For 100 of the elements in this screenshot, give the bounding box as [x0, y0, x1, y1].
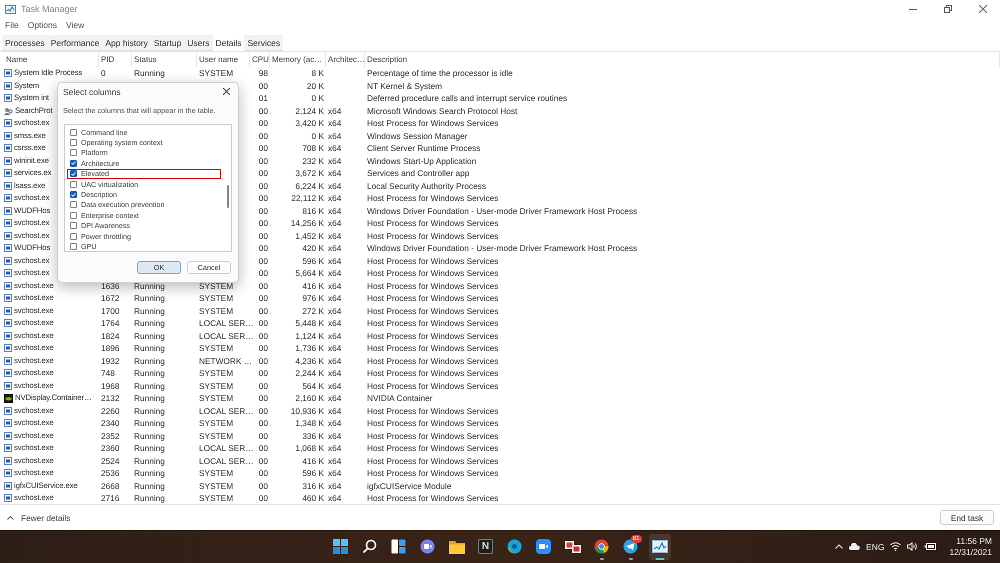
description-cell-text: Windows Start-Up Application: [366, 154, 478, 167]
menu-item[interactable]: Options: [28, 20, 57, 30]
column-header[interactable]: User name: [197, 52, 250, 67]
checkbox[interactable]: [70, 212, 77, 219]
taskbar-app[interactable]: [648, 534, 670, 560]
close-button[interactable]: [221, 86, 232, 97]
checkbox[interactable]: [70, 149, 77, 156]
column-header[interactable]: Description: [365, 52, 1000, 67]
cpu-cell-text: 00: [258, 204, 269, 217]
pid-cell-text: 748: [100, 367, 116, 380]
status-cell-text: Running: [133, 380, 166, 392]
caret-icon[interactable]: [835, 544, 844, 549]
description-cell-text: Host Process for Windows Services: [366, 492, 500, 504]
memory-cell-text: 272 K: [301, 304, 325, 317]
cpu-cell-text: 00: [258, 480, 269, 492]
checkbox[interactable]: [70, 222, 77, 230]
column-header[interactable]: Name: [4, 52, 99, 67]
architecture-cell-text: x64: [327, 117, 342, 130]
checkbox[interactable]: [70, 180, 77, 188]
architecture-cell-text: x64: [327, 254, 342, 267]
cpu-cell-text: 00: [258, 230, 269, 242]
battery-icon[interactable]: [924, 542, 938, 551]
cpu-cell-text: 01: [258, 92, 269, 104]
user-cell-text: SYSTEM: [198, 342, 234, 354]
checkbox[interactable]: [70, 242, 77, 250]
memory-cell-text: 708 K: [301, 142, 325, 154]
language-indicator[interactable]: ENG: [866, 542, 884, 552]
speaker-icon[interactable]: [907, 542, 918, 551]
cpu-cell-text: 00: [258, 442, 269, 454]
architecture-cell-text: x64: [327, 230, 342, 242]
checkbox[interactable]: [70, 170, 77, 178]
tab[interactable]: Services: [244, 35, 284, 51]
column-header[interactable]: Architec…: [326, 52, 365, 67]
user-cell-text: SYSTEM: [198, 380, 234, 392]
user-cell-text: LOCAL SER…: [198, 330, 250, 342]
status-cell-text: Running: [133, 292, 166, 304]
tab[interactable]: App history: [102, 35, 151, 51]
tab[interactable]: Processes: [2, 35, 48, 51]
cpu-cell-text: 00: [258, 417, 269, 430]
checkbox[interactable]: [70, 232, 77, 240]
description-cell-text: Host Process for Windows Services: [366, 354, 500, 367]
pid-cell-text: 1896: [100, 342, 120, 354]
paper-plane-icon: [623, 539, 638, 554]
status-cell-text: Running: [133, 480, 166, 492]
user-cell-text: SYSTEM: [198, 492, 234, 504]
checkbox[interactable]: [70, 191, 77, 198]
checkbox[interactable]: [70, 201, 77, 208]
architecture-cell-text: x64: [327, 217, 342, 230]
description-cell-text: Host Process for Windows Services: [366, 367, 500, 380]
status-cell-text: Running: [133, 430, 166, 442]
checkbox[interactable]: [70, 128, 77, 136]
cpu-cell-text: 00: [258, 242, 269, 254]
menu-item[interactable]: View: [66, 20, 84, 30]
clock-time[interactable]: 11:56 PM: [956, 536, 992, 546]
cpu-cell-text: 00: [258, 367, 269, 380]
column-header[interactable]: CPU: [250, 52, 270, 67]
widgets-icon: [391, 539, 406, 554]
column-header[interactable]: Memory (ac…: [270, 52, 326, 67]
memory-cell-text: 6,224 K: [294, 180, 325, 192]
tab[interactable]: Startup: [150, 35, 184, 51]
wifi-icon[interactable]: [890, 542, 902, 551]
pid-cell-text: 2132: [100, 392, 120, 404]
column-header[interactable]: Status: [132, 52, 197, 67]
scrollbar-thumb[interactable]: [227, 185, 229, 208]
cpu-cell-text: 98: [258, 67, 269, 80]
memory-cell-text: 1,068 K: [294, 442, 325, 454]
taskbar-app[interactable]: N: [474, 534, 496, 560]
cloud-icon[interactable]: [849, 543, 860, 550]
cpu-cell-text: 00: [258, 317, 269, 330]
pid-cell-text: 1700: [100, 304, 120, 317]
swirl-logo-icon: [507, 539, 522, 554]
checkbox[interactable]: [70, 139, 77, 146]
search-icon: [362, 539, 377, 554]
pid-cell-text: 1764: [100, 317, 120, 330]
fewer-details-toggle[interactable]: Fewer details: [7, 512, 70, 522]
tab[interactable]: Users: [184, 35, 212, 51]
status-cell-text: Running: [133, 304, 166, 317]
description-cell-text: Windows Driver Foundation - User-mode Driver Framework Host Process: [366, 242, 638, 254]
memory-cell-text: 10,936 K: [290, 404, 325, 417]
description-cell-text: Host Process for Windows Services: [366, 304, 500, 317]
menu-item[interactable]: File: [5, 20, 19, 30]
description-cell-text: Client Server Runtime Process: [366, 142, 482, 154]
architecture-cell-text: x64: [327, 204, 342, 217]
end-task-button[interactable]: End task: [940, 510, 994, 525]
cpu-cell-text: 00: [258, 404, 269, 417]
user-cell-text: LOCAL SER…: [198, 442, 250, 454]
checkbox[interactable]: [70, 160, 77, 167]
description-cell-text: Host Process for Windows Services: [366, 217, 500, 230]
tab[interactable]: Performance: [48, 35, 102, 51]
cpu-cell-text: 00: [258, 117, 269, 130]
column-header[interactable]: PID: [99, 52, 132, 67]
user-cell-text: SYSTEM: [198, 280, 234, 292]
architecture-cell-text: x64: [327, 142, 342, 154]
letter-tile-icon: N: [478, 539, 493, 554]
memory-cell-text: 1,124 K: [294, 330, 325, 342]
clock-date[interactable]: 12/31/2021: [949, 546, 992, 558]
description-cell-text: NT Kernel & System: [366, 80, 444, 92]
people-search-icon: [4, 106, 13, 115]
status-cell-text: Running: [133, 404, 166, 417]
description-cell-text: Host Process for Windows Services: [366, 417, 500, 430]
